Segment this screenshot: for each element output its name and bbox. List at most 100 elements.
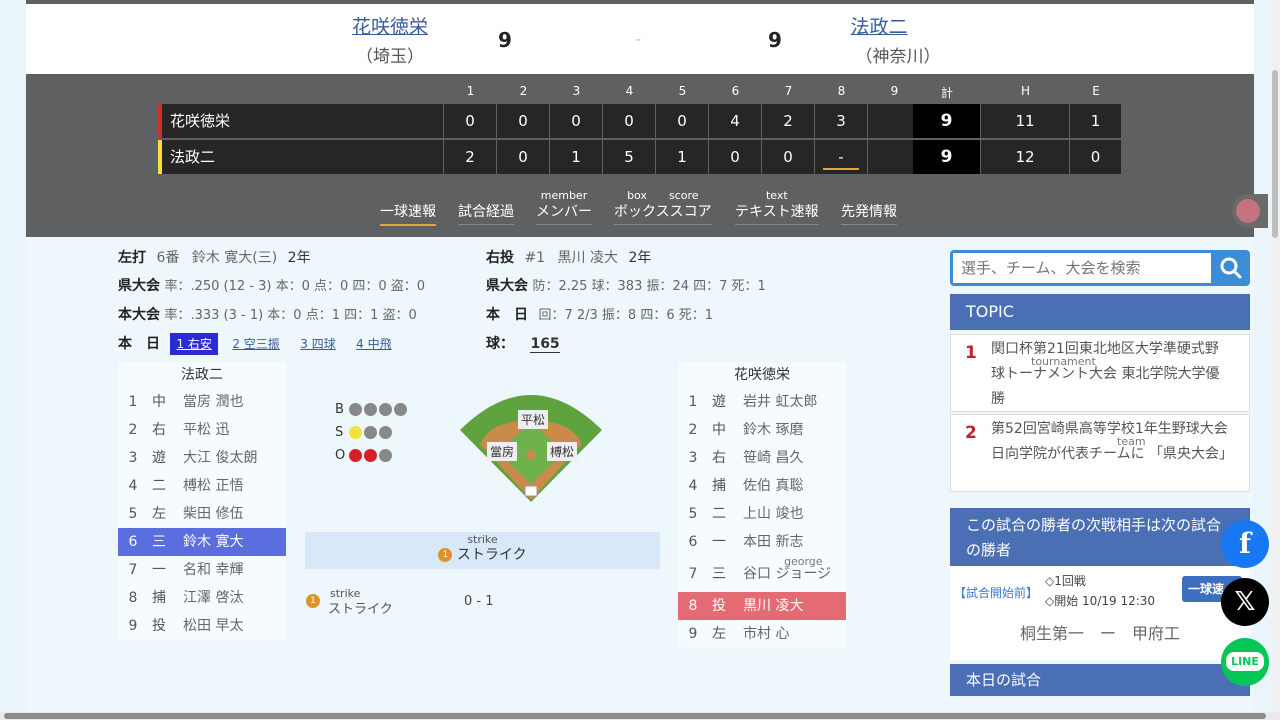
lineup-row[interactable]: 3 右 笹崎 昌久	[678, 444, 846, 472]
lineup-row[interactable]: 5 左 柴田 修伍	[118, 500, 286, 528]
player-name[interactable]: 平松 迅	[183, 416, 229, 444]
lineup-row[interactable]: 1 中 當房 潤也	[118, 388, 286, 416]
tab-text-updates[interactable]: text テキスト速報	[735, 190, 819, 225]
lineup-row[interactable]: 4 二 榑松 正悟	[118, 472, 286, 500]
batting-order: 6	[128, 534, 138, 550]
facebook-share-button[interactable]: f	[1221, 520, 1269, 568]
scoreboard-header-10: H	[1020, 84, 1031, 98]
lineup-row[interactable]: 3 遊 大江 俊太朗	[118, 444, 286, 472]
fielding-position: 投	[712, 598, 726, 614]
batter-today-label: 本 日	[118, 336, 160, 352]
search-input[interactable]	[953, 253, 1211, 283]
player-name[interactable]: 鈴木 琢磨	[743, 416, 803, 444]
lineup-row[interactable]: 2 中 鈴木 琢磨	[678, 416, 846, 444]
tab-members[interactable]: member メンバー	[536, 190, 592, 225]
batter-tourney-stats: 率：.333 (3 - 1) 本：0 点：1 四：1 盗：0	[164, 308, 417, 323]
scoreboard-total: 9	[913, 140, 981, 174]
lineup-row[interactable]: 9 左 市村 心	[678, 620, 846, 648]
facebook-icon: f	[1238, 527, 1252, 560]
vertical-scroll-thumb[interactable]	[1272, 70, 1278, 238]
batter-pref-stats: 率：.250 (12 - 3) 本：0 点：0 四：0 盗：0	[164, 279, 426, 294]
lineup-row[interactable]: 8 投 黒川 凌大	[678, 592, 846, 620]
player-name[interactable]: 鈴木 寛大	[183, 528, 243, 556]
pitch-log-count: 0 - 1	[464, 594, 494, 609]
search-button[interactable]	[1212, 250, 1250, 286]
player-name[interactable]: 岩井 虹太郎	[743, 388, 817, 416]
count-dot	[394, 403, 407, 416]
home-plate	[524, 485, 538, 497]
lineup-home: 花咲徳栄 1 遊 岩井 虹太郎 2 中 鈴木 琢磨 3 右 笹崎 昌久 4 捕 佐伯 真聡 5 二 上山 竣…	[678, 362, 846, 648]
batter-pref-label: 県大会	[118, 278, 160, 294]
pitch-log-row: 1 strike ストライク 0 - 1	[306, 588, 666, 617]
player-name[interactable]: 黒川 凌大	[743, 592, 803, 620]
runner-first: 榑松	[547, 442, 578, 461]
lineup-row[interactable]: 1 遊 岩井 虹太郎	[678, 388, 846, 416]
tab-starting-info[interactable]: 先発情報	[841, 190, 897, 225]
batting-order: 3	[128, 450, 138, 466]
today-at-bat-1[interactable]: 1 右安	[170, 333, 218, 355]
tab-box-score[interactable]: box score ボックススコア	[614, 190, 712, 225]
lineup-away-title: 法政二	[181, 367, 223, 383]
player-name[interactable]: 榑松 正悟	[183, 472, 243, 500]
inning-score-5: 0	[656, 104, 709, 138]
inning-score-7: 2	[762, 104, 815, 138]
player-name[interactable]: 上山 竣也	[743, 500, 803, 528]
batting-order: 4	[688, 478, 698, 494]
lineup-row[interactable]: 7 一 名和 幸輝	[118, 556, 286, 584]
home-team-link[interactable]: 花咲徳栄	[320, 12, 460, 39]
lineup-row[interactable]: 7 三谷口 ジョージ george	[678, 555, 846, 592]
lineup-row[interactable]: 8 捕 江澤 啓汰	[118, 584, 286, 612]
horizontal-scrollbar[interactable]	[0, 712, 1280, 720]
lineup-row[interactable]: 9 投 松田 早太	[118, 612, 286, 640]
horizontal-scroll-thumb[interactable]	[4, 713, 1266, 719]
home-score: 9	[498, 28, 512, 52]
player-name[interactable]: 大江 俊太朗	[183, 444, 257, 472]
player-name[interactable]: 柴田 修伍	[183, 500, 243, 528]
today-at-bat-3[interactable]: 3 四球	[294, 333, 341, 355]
player-name[interactable]: 江澤 啓汰	[183, 584, 243, 612]
player-name[interactable]: 佐伯 真聡	[743, 472, 803, 500]
batting-order: 2	[688, 422, 698, 438]
player-name[interactable]: 笹崎 昌久	[743, 444, 803, 472]
topic-item-2[interactable]: 2 team 第52回宮崎県高等学校1年生野球大会 日向学院が代表チームに 「県…	[950, 414, 1250, 492]
pitch-log-number: 1	[306, 594, 320, 608]
line-share-button[interactable]: LINE	[1221, 638, 1269, 686]
tab-game-progress[interactable]: 試合経過	[458, 190, 514, 225]
lineup-row[interactable]: 5 二 上山 竣也	[678, 500, 846, 528]
page: 花咲徳栄 （埼玉） 9 - 9 法政二 （神奈川） 123456789計HE 花…	[26, 0, 1254, 720]
scoreboard-header-3: 4	[625, 84, 634, 98]
scoreboard-header-4: 5	[678, 84, 687, 98]
vertical-scrollbar[interactable]	[1272, 0, 1280, 712]
pitcher-pref-label: 県大会	[486, 278, 528, 294]
lineup-row[interactable]: 2 右 平松 迅	[118, 416, 286, 444]
lineup-home-title: 花咲徳栄	[734, 367, 790, 383]
topic-item-1[interactable]: 1 tournament 関口杯第21回東北地区大学準硬式野球トーナメント大会 …	[950, 334, 1250, 412]
scoreboard-header-9: 計	[940, 86, 953, 100]
x-share-button[interactable]: 𝕏	[1221, 578, 1269, 626]
count-dot	[364, 403, 377, 416]
lineup-row[interactable]: 6 三 鈴木 寛大	[118, 528, 286, 556]
player-name[interactable]: 市村 心	[743, 620, 789, 648]
batting-order: 4	[128, 478, 138, 494]
lineup-row[interactable]: 4 捕 佐伯 真聡	[678, 472, 846, 500]
pitcher-name[interactable]: 黒川 凌大	[558, 250, 618, 266]
fielding-position: 捕	[712, 478, 726, 494]
topic-rank-2: 2	[965, 423, 977, 443]
inning-score-8: -	[815, 140, 868, 174]
fielding-position: 一	[712, 534, 726, 550]
inning-score-8: 3	[815, 104, 868, 138]
player-name[interactable]: 名和 幸輝	[183, 556, 243, 584]
fielding-position: 遊	[712, 394, 726, 410]
tab-pitch-by-pitch[interactable]: 一球速報	[380, 190, 436, 226]
inning-score-3: 1	[550, 140, 603, 174]
batting-order: 7	[688, 566, 698, 582]
today-at-bat-2[interactable]: 2 空三振	[226, 333, 285, 355]
player-name[interactable]: 松田 早太	[183, 612, 243, 640]
scoreboard-row: 法政二 2 0 1 5 1 0 0-9 12 0	[158, 140, 1122, 174]
today-at-bat-4[interactable]: 4 中飛	[350, 333, 397, 355]
floating-widget[interactable]	[1232, 194, 1268, 228]
away-team-link[interactable]: 法政二	[809, 12, 949, 39]
batter-name[interactable]: 鈴木 寛大(三)	[192, 250, 277, 266]
player-name[interactable]: 當房 潤也	[183, 388, 243, 416]
pitch-log-label: ストライク	[328, 602, 393, 617]
